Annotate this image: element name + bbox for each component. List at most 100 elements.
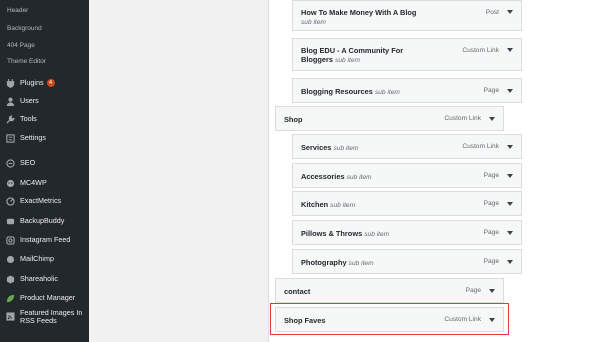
expand-arrow-icon[interactable]	[507, 89, 513, 93]
sidebar-item-exactmetrics[interactable]: ExactMetrics	[0, 192, 89, 210]
menu-item-blog-edu[interactable]: Blog EDU - A Community For Bloggers sub …	[292, 38, 522, 71]
expand-arrow-icon[interactable]	[489, 289, 495, 293]
menu-item-title-text: Kitchen	[301, 200, 329, 209]
sidebar-item-users[interactable]: Users	[0, 92, 89, 110]
wrench-icon	[5, 114, 15, 124]
menu-item-title: Photography sub item	[301, 258, 374, 268]
menu-item-title-text: Pillows & Throws	[301, 229, 363, 238]
shareaholic-icon	[5, 274, 15, 284]
menu-item-type: Page	[483, 87, 499, 94]
rss-icon	[5, 311, 15, 321]
expand-arrow-icon[interactable]	[507, 202, 513, 206]
menu-item-title-text: Photography	[301, 258, 347, 267]
menu-item-title-text: Services	[301, 143, 332, 152]
leaf-icon	[5, 293, 15, 303]
sidebar-item-label: Settings	[20, 133, 46, 143]
expand-arrow-icon[interactable]	[507, 145, 513, 149]
update-count-badge: 4	[46, 79, 55, 87]
sidebar-item-tools[interactable]: Tools	[0, 110, 89, 128]
sidebar-item-label: MailChimp	[20, 254, 54, 264]
menu-item-title: Blog EDU - A Community For Bloggers sub …	[301, 46, 403, 65]
users-icon	[5, 96, 15, 106]
sub-item-label: sub item	[301, 19, 326, 27]
sidebar-item-label: Users	[20, 96, 39, 106]
sidebar-item-product-manager[interactable]: Product Manager	[0, 289, 89, 307]
expand-arrow-icon[interactable]	[507, 231, 513, 235]
menu-item-type: Page	[483, 172, 499, 179]
sub-item-label: sub item	[348, 260, 374, 267]
backupbuddy-icon	[5, 216, 15, 226]
sidebar-item-shareaholic[interactable]: Shareaholic	[0, 270, 89, 288]
menu-item-how-to-make-money[interactable]: How To Make Money With A Blog sub item P…	[292, 0, 522, 31]
expand-arrow-icon[interactable]	[507, 174, 513, 178]
sidebar-item-seo[interactable]: SEO	[0, 154, 89, 172]
exactmetrics-icon	[5, 196, 15, 206]
menu-item-title: Accessories sub item	[301, 172, 372, 182]
menu-item-contact[interactable]: contact Page	[275, 278, 504, 303]
menu-item-type: Post	[485, 9, 499, 16]
menu-item-title: Shop	[284, 115, 303, 124]
submenu-404-page[interactable]: 404 Page	[7, 42, 35, 50]
expand-arrow-icon[interactable]	[507, 48, 513, 52]
sidebar-item-label: Instagram Feed	[20, 235, 71, 245]
sidebar-item-mailchimp[interactable]: MailChimp	[0, 250, 89, 268]
menu-item-title: Kitchen sub item	[301, 200, 355, 210]
menu-item-type: Custom Link	[444, 115, 481, 122]
sidebar-item-plugins[interactable]: Plugins 4	[0, 74, 89, 92]
menu-item-title: Services sub item	[301, 143, 358, 153]
menu-item-title-text-line2: Bloggers	[301, 55, 334, 65]
menu-item-shop[interactable]: Shop Custom Link	[275, 106, 504, 131]
sidebar-item-instagram-feed[interactable]: Instagram Feed	[0, 231, 89, 249]
mailchimp-icon	[5, 254, 15, 264]
mailchimp-monkey-icon	[5, 178, 15, 188]
menu-item-type: Custom Link	[462, 47, 499, 54]
menu-item-services[interactable]: Services sub item Custom Link	[292, 134, 522, 159]
plugin-icon	[5, 78, 15, 88]
settings-icon	[5, 133, 15, 143]
sidebar-item-mc4wp[interactable]: MC4WP	[0, 174, 89, 192]
menu-item-blogging-resources[interactable]: Blogging Resources sub item Page	[292, 78, 522, 103]
sidebar-item-label: Plugins	[20, 78, 44, 88]
sidebar-item-label: SEO	[20, 158, 36, 168]
sidebar-item-label: ExactMetrics	[20, 196, 62, 206]
menu-item-type: Page	[483, 258, 499, 265]
menu-item-accessories[interactable]: Accessories sub item Page	[292, 163, 522, 188]
menu-item-type: Custom Link	[462, 143, 499, 150]
menu-item-title-text: Blog EDU - A Community For	[301, 46, 404, 55]
admin-sidebar: Header Background 404 Page Theme Editor …	[0, 0, 89, 342]
sub-item-label: sub item	[374, 89, 400, 96]
instagram-icon	[5, 235, 15, 245]
sub-item-label: sub item	[333, 145, 359, 152]
sidebar-item-featured-images[interactable]: Featured Images In RSS Feeds	[0, 309, 89, 335]
sidebar-item-label: BackupBuddy	[20, 216, 65, 226]
sub-item-label: sub item	[330, 202, 356, 209]
menu-item-type: Page	[483, 229, 499, 236]
menu-item-pillows-throws[interactable]: Pillows & Throws sub item Page	[292, 220, 522, 245]
highlight-box	[270, 303, 509, 335]
menu-item-photography[interactable]: Photography sub item Page	[292, 249, 522, 274]
expand-arrow-icon[interactable]	[489, 117, 495, 121]
menu-item-title: How To Make Money With A Blog sub item	[301, 8, 416, 27]
menu-item-title-text: How To Make Money With A Blog	[301, 8, 417, 17]
sidebar-item-label: Tools	[20, 114, 37, 124]
sidebar-item-backupbuddy[interactable]: BackupBuddy	[0, 212, 89, 230]
submenu-theme-editor[interactable]: Theme Editor	[7, 58, 46, 66]
sidebar-item-label-line2: RSS Feeds	[20, 315, 57, 325]
sidebar-item-label: Product Manager	[20, 293, 76, 303]
menu-item-type: Page	[465, 287, 481, 294]
menu-item-title: contact	[284, 287, 311, 296]
menu-item-title: Pillows & Throws sub item	[301, 229, 389, 239]
sidebar-item-label: MC4WP	[20, 178, 47, 188]
sidebar-item-label: Featured Images In RSS Feeds	[20, 309, 82, 325]
expand-arrow-icon[interactable]	[507, 260, 513, 264]
sidebar-item-label: Shareaholic	[20, 274, 58, 284]
menu-item-title: Blogging Resources sub item	[301, 87, 400, 97]
submenu-header[interactable]: Header	[7, 7, 28, 15]
sidebar-item-settings[interactable]: Settings	[0, 129, 89, 147]
submenu-background[interactable]: Background	[7, 25, 42, 33]
expand-arrow-icon[interactable]	[507, 10, 513, 14]
seo-icon	[5, 158, 15, 168]
menu-item-kitchen[interactable]: Kitchen sub item Page	[292, 191, 522, 216]
menu-item-type: Page	[483, 200, 499, 207]
sub-item-label: sub item	[346, 174, 372, 181]
